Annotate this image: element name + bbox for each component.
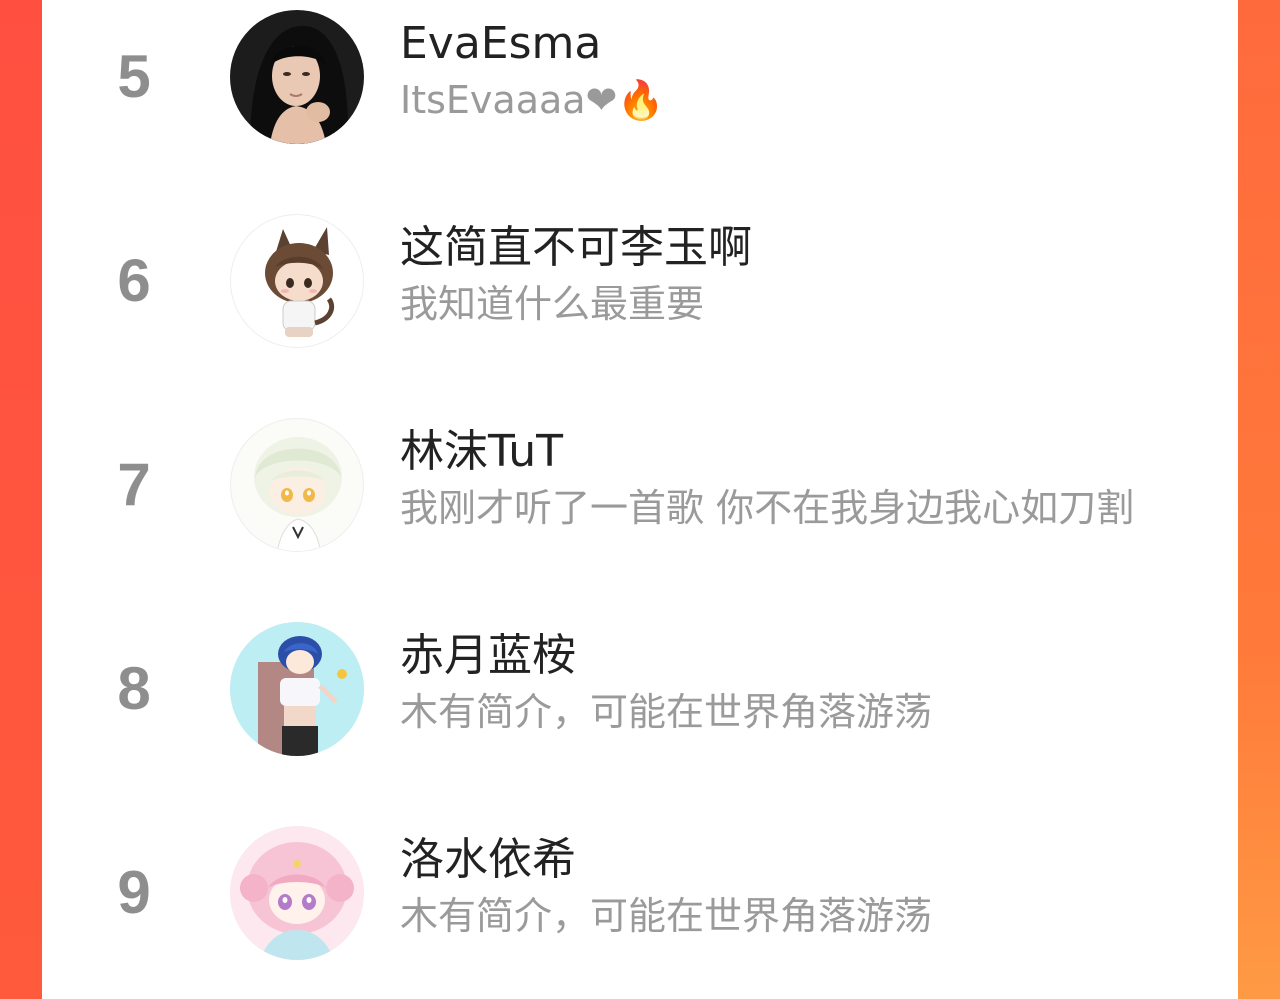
avatar-photo-icon xyxy=(230,10,364,144)
ranking-list: 5 EvaEsma ItsEvaaaa❤🔥 6 这简直不可李玉啊 我知道什么最重… xyxy=(42,0,1238,999)
avatar-chibi-icon xyxy=(231,215,363,347)
list-item[interactable]: 7 林沫TuT 我刚才听了一首歌 你不在我身边我心如刀割 xyxy=(42,412,1238,612)
user-bio: 我知道什么最重要 xyxy=(400,282,705,326)
rank-number: 6 xyxy=(117,247,151,314)
avatar-anime-icon xyxy=(230,622,364,756)
avatar[interactable] xyxy=(230,418,364,552)
avatar-anime-icon xyxy=(230,826,364,960)
user-name: 林沫TuT xyxy=(400,426,563,477)
avatar[interactable] xyxy=(230,214,364,348)
rank-number: 8 xyxy=(117,655,151,722)
left-gradient-border xyxy=(0,0,42,999)
user-name: 赤月蓝桉 xyxy=(400,630,576,681)
user-bio: ItsEvaaaa❤🔥 xyxy=(400,78,665,122)
user-bio: 木有简介，可能在世界角落游荡 xyxy=(400,690,933,734)
user-name: EvaEsma xyxy=(400,18,602,69)
rank-number: 5 xyxy=(117,43,151,110)
avatar[interactable] xyxy=(230,826,364,960)
avatar[interactable] xyxy=(230,622,364,756)
list-item[interactable]: 8 赤月蓝桉 木有简介，可能在世界角落游荡 xyxy=(42,616,1238,816)
list-item[interactable]: 5 EvaEsma ItsEvaaaa❤🔥 xyxy=(42,4,1238,204)
list-item[interactable]: 9 洛水依希 木有简介，可能在世界角落游荡 xyxy=(42,820,1238,999)
user-name: 这简直不可李玉啊 xyxy=(400,222,752,273)
rank-number: 7 xyxy=(117,451,151,518)
user-bio: 我刚才听了一首歌 你不在我身边我心如刀割 xyxy=(400,486,1135,530)
right-gradient-border xyxy=(1238,0,1280,999)
list-item[interactable]: 6 这简直不可李玉啊 我知道什么最重要 xyxy=(42,208,1238,408)
user-bio: 木有简介，可能在世界角落游荡 xyxy=(400,894,933,938)
avatar-anime-icon xyxy=(231,419,363,551)
rank-number: 9 xyxy=(117,859,151,926)
avatar[interactable] xyxy=(230,10,364,144)
user-name: 洛水依希 xyxy=(400,834,576,885)
